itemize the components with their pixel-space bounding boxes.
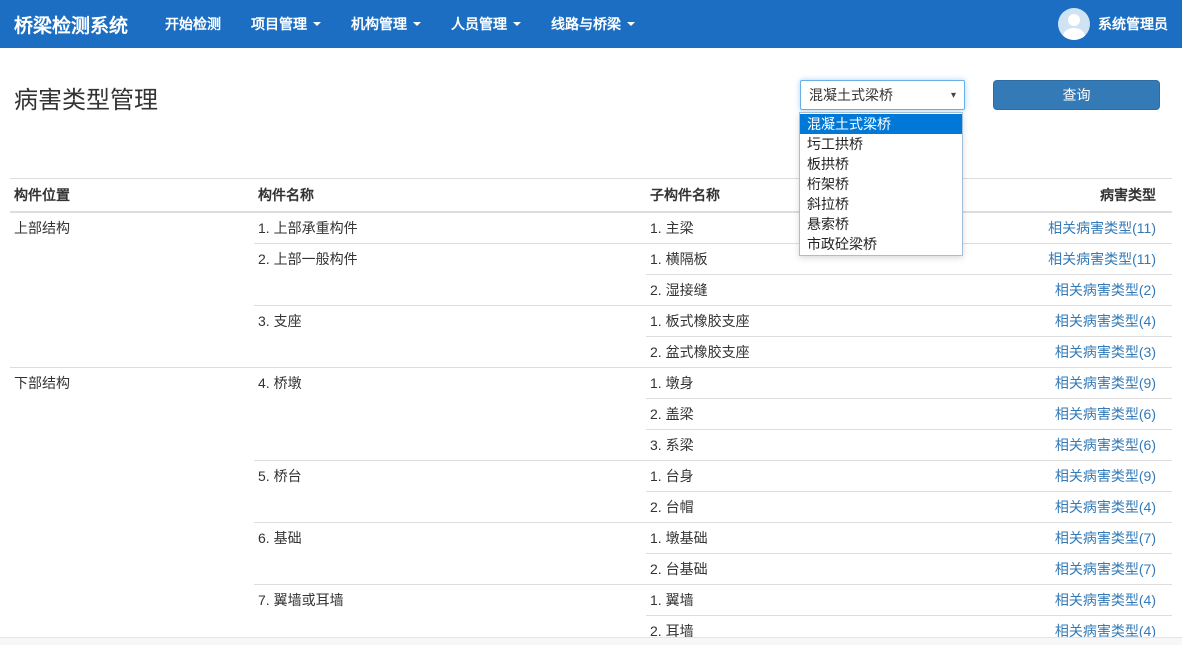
nav-item-2[interactable]: 机构管理	[336, 0, 436, 48]
disease-type-cell: 相关病害类型(3)	[986, 337, 1172, 368]
related-disease-type-link[interactable]: 相关病害类型(4)	[1055, 313, 1156, 329]
disease-type-cell: 相关病害类型(7)	[986, 554, 1172, 585]
disease-type-table: 构件位置构件名称子构件名称病害类型 上部结构1. 上部承重构件1. 主梁相关病害…	[10, 178, 1172, 645]
component-name-cell: 3. 支座	[254, 306, 646, 368]
disease-type-cell: 相关病害类型(6)	[986, 399, 1172, 430]
related-disease-type-link[interactable]: 相关病害类型(9)	[1055, 375, 1156, 391]
main-content: 病害类型管理 混凝土式梁桥 ▾ 查询 混凝土式梁桥圬工拱桥板拱桥桁架桥斜拉桥悬索…	[0, 48, 1182, 645]
nav-menu: 开始检测项目管理机构管理人员管理线路与桥梁	[150, 0, 650, 48]
component-name-cell: 2. 上部一般构件	[254, 244, 646, 306]
related-disease-type-link[interactable]: 相关病害类型(4)	[1055, 592, 1156, 608]
chevron-down-icon	[413, 22, 421, 26]
related-disease-type-link[interactable]: 相关病害类型(4)	[1055, 499, 1156, 515]
nav-item-3[interactable]: 人员管理	[436, 0, 536, 48]
nav-item-0[interactable]: 开始检测	[150, 0, 236, 48]
top-navbar: 桥梁检测系统 开始检测项目管理机构管理人员管理线路与桥梁 系统管理员	[0, 0, 1182, 48]
bridge-type-select[interactable]: 混凝土式梁桥 ▾	[800, 80, 965, 110]
bridge-type-option-6[interactable]: 市政砼梁桥	[800, 234, 962, 254]
related-disease-type-link[interactable]: 相关病害类型(9)	[1055, 468, 1156, 484]
horizontal-scrollbar[interactable]	[0, 637, 1182, 645]
nav-item-label: 人员管理	[451, 0, 507, 48]
related-disease-type-link[interactable]: 相关病害类型(2)	[1055, 282, 1156, 298]
column-header-3: 病害类型	[986, 179, 1172, 213]
related-disease-type-link[interactable]: 相关病害类型(11)	[1048, 220, 1156, 236]
subcomponent-name-cell: 1. 台身	[646, 461, 986, 492]
subcomponent-name-cell: 1. 板式橡胶支座	[646, 306, 986, 337]
disease-type-cell: 相关病害类型(6)	[986, 430, 1172, 461]
nav-item-label: 开始检测	[165, 0, 221, 48]
component-name-cell: 1. 上部承重构件	[254, 212, 646, 244]
table-row: 上部结构1. 上部承重构件1. 主梁相关病害类型(11)	[10, 212, 1172, 244]
column-header-1: 构件名称	[254, 179, 646, 213]
table-row: 下部结构4. 桥墩1. 墩身相关病害类型(9)	[10, 368, 1172, 399]
component-name-cell: 5. 桥台	[254, 461, 646, 523]
related-disease-type-link[interactable]: 相关病害类型(6)	[1055, 406, 1156, 422]
subcomponent-name-cell: 1. 墩基础	[646, 523, 986, 554]
chevron-down-icon: ▾	[951, 90, 956, 101]
subcomponent-name-cell: 1. 墩身	[646, 368, 986, 399]
subcomponent-name-cell: 2. 盖梁	[646, 399, 986, 430]
related-disease-type-link[interactable]: 相关病害类型(6)	[1055, 437, 1156, 453]
disease-type-cell: 相关病害类型(4)	[986, 492, 1172, 523]
brand-title[interactable]: 桥梁检测系统	[14, 11, 128, 38]
subcomponent-name-cell: 2. 台基础	[646, 554, 986, 585]
chevron-down-icon	[513, 22, 521, 26]
disease-type-cell: 相关病害类型(9)	[986, 368, 1172, 399]
disease-type-cell: 相关病害类型(7)	[986, 523, 1172, 554]
component-position-cell: 上部结构	[10, 212, 254, 368]
chevron-down-icon	[627, 22, 635, 26]
bridge-type-option-4[interactable]: 斜拉桥	[800, 194, 962, 214]
bridge-type-option-2[interactable]: 板拱桥	[800, 154, 962, 174]
column-header-0: 构件位置	[10, 179, 254, 213]
query-button[interactable]: 查询	[993, 80, 1160, 110]
disease-type-cell: 相关病害类型(11)	[986, 212, 1172, 244]
subcomponent-name-cell: 3. 系梁	[646, 430, 986, 461]
disease-table-body: 上部结构1. 上部承重构件1. 主梁相关病害类型(11)2. 上部一般构件1. …	[10, 212, 1172, 645]
table-header-row: 构件位置构件名称子构件名称病害类型	[10, 179, 1172, 213]
nav-item-label: 线路与桥梁	[551, 0, 621, 48]
chevron-down-icon	[313, 22, 321, 26]
subcomponent-name-cell: 2. 盆式橡胶支座	[646, 337, 986, 368]
nav-item-label: 机构管理	[351, 0, 407, 48]
nav-item-label: 项目管理	[251, 0, 307, 48]
related-disease-type-link[interactable]: 相关病害类型(11)	[1048, 251, 1156, 267]
bridge-type-option-0[interactable]: 混凝土式梁桥	[800, 114, 962, 134]
related-disease-type-link[interactable]: 相关病害类型(7)	[1055, 530, 1156, 546]
user-menu[interactable]: 系统管理员	[1058, 8, 1168, 40]
bridge-type-option-1[interactable]: 圬工拱桥	[800, 134, 962, 154]
disease-type-cell: 相关病害类型(4)	[986, 306, 1172, 337]
disease-type-cell: 相关病害类型(11)	[986, 244, 1172, 275]
subcomponent-name-cell: 1. 翼墙	[646, 585, 986, 616]
subcomponent-name-cell: 2. 湿接缝	[646, 275, 986, 306]
nav-item-4[interactable]: 线路与桥梁	[536, 0, 650, 48]
bridge-type-selected-value: 混凝土式梁桥	[809, 85, 951, 105]
disease-type-cell: 相关病害类型(4)	[986, 585, 1172, 616]
component-name-cell: 7. 翼墙或耳墙	[254, 585, 646, 645]
nav-item-1[interactable]: 项目管理	[236, 0, 336, 48]
component-position-cell: 下部结构	[10, 368, 254, 645]
component-name-cell: 4. 桥墩	[254, 368, 646, 461]
bridge-type-option-3[interactable]: 桁架桥	[800, 174, 962, 194]
bridge-type-dropdown: 混凝土式梁桥圬工拱桥板拱桥桁架桥斜拉桥悬索桥市政砼梁桥	[799, 112, 963, 256]
disease-type-cell: 相关病害类型(2)	[986, 275, 1172, 306]
bridge-type-option-5[interactable]: 悬索桥	[800, 214, 962, 234]
subcomponent-name-cell: 2. 台帽	[646, 492, 986, 523]
user-name: 系统管理员	[1098, 14, 1168, 34]
disease-type-cell: 相关病害类型(9)	[986, 461, 1172, 492]
related-disease-type-link[interactable]: 相关病害类型(3)	[1055, 344, 1156, 360]
related-disease-type-link[interactable]: 相关病害类型(7)	[1055, 561, 1156, 577]
component-name-cell: 6. 基础	[254, 523, 646, 585]
user-avatar-icon	[1058, 8, 1090, 40]
